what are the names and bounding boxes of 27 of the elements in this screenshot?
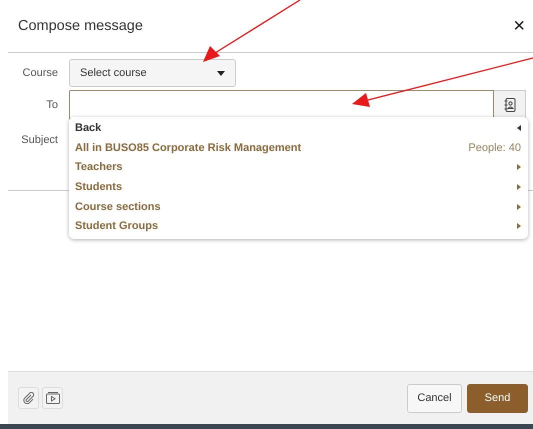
video-icon <box>46 392 60 404</box>
close-button[interactable]: × <box>509 14 529 38</box>
attach-button[interactable] <box>18 387 39 409</box>
submenu-item[interactable]: Students <box>69 177 528 197</box>
recipient-menu-item[interactable]: All in BUSO85 Corporate Risk Management People: 40 <box>69 138 528 158</box>
caret-icon <box>217 70 225 76</box>
address-book-button[interactable] <box>494 90 526 120</box>
course-dropdown[interactable]: Select course <box>69 59 236 87</box>
submenu-item[interactable]: Course sections <box>69 196 528 216</box>
to-label: To <box>45 99 58 111</box>
address-book-icon <box>504 98 516 112</box>
right-caret-icon <box>517 164 521 170</box>
course-label: Course <box>22 67 58 79</box>
back-menu-item[interactable]: Back <box>69 118 528 138</box>
submenu-item[interactable]: Teachers <box>69 157 528 178</box>
send-button[interactable]: Send <box>467 384 528 412</box>
left-caret-icon <box>517 124 521 131</box>
right-caret-icon <box>517 204 521 210</box>
subject-label: Subject <box>20 134 58 146</box>
cancel-button[interactable]: Cancel <box>407 384 462 412</box>
submenu-item[interactable]: Student Groups <box>69 216 528 236</box>
paperclip-icon <box>22 392 34 404</box>
right-caret-icon <box>517 184 521 190</box>
right-caret-icon <box>517 223 521 230</box>
people-count: People: 40 <box>468 142 521 154</box>
dialog-title: Compose message <box>18 18 143 34</box>
media-button[interactable] <box>42 387 63 409</box>
